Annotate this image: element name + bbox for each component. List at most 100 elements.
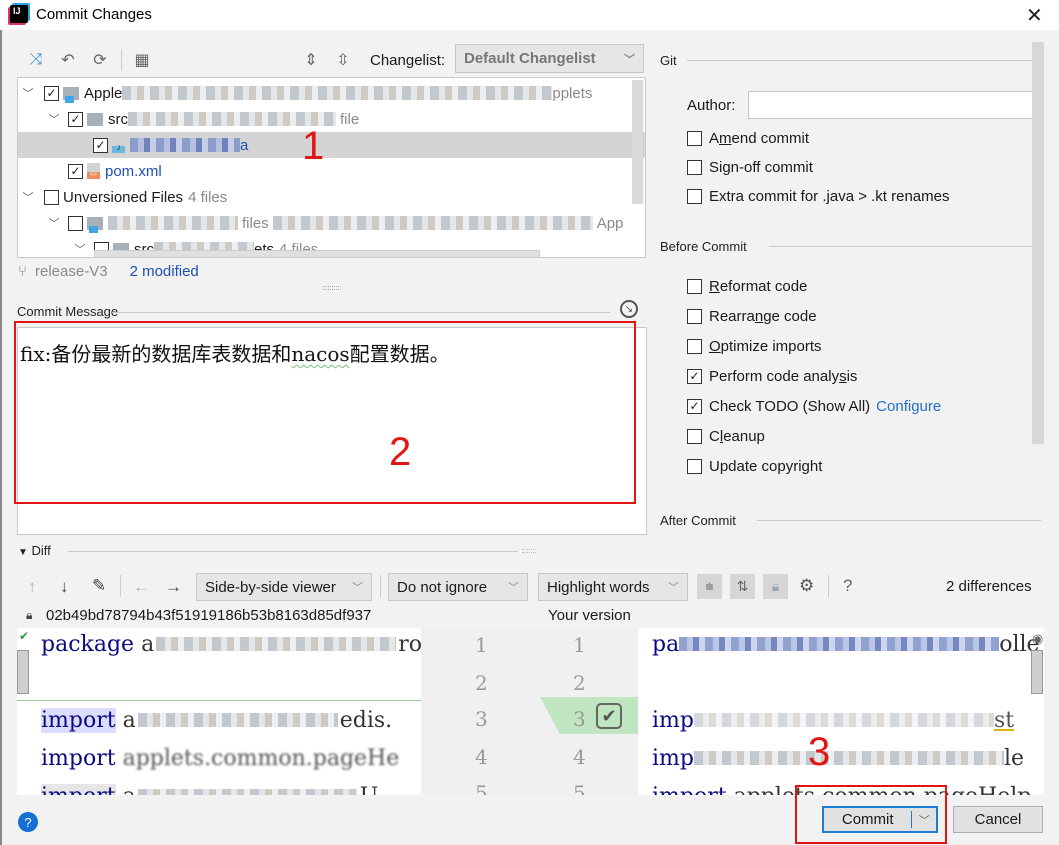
cancel-button[interactable]: Cancel bbox=[953, 806, 1043, 833]
cleanup-option[interactable]: Cl eanup bbox=[687, 425, 765, 447]
chevron-down-icon[interactable]: ﹀ bbox=[20, 189, 36, 205]
tree-row-module[interactable]: ﹀ files App bbox=[18, 210, 645, 236]
collapse-unchanged-icon[interactable]: ⩧ bbox=[697, 574, 722, 599]
group-by-icon[interactable]: ▦ bbox=[132, 50, 152, 70]
chevron-down-icon[interactable]: ﹀ bbox=[912, 812, 936, 828]
collapse-all-icon[interactable]: ⇳ bbox=[333, 50, 353, 70]
code-text: U bbox=[360, 784, 379, 796]
tree-row-pom[interactable]: ✓ pom.xml bbox=[18, 158, 645, 184]
checkbox[interactable] bbox=[687, 159, 702, 175]
rearrange-code-option[interactable]: Rearra n ge code bbox=[687, 305, 817, 327]
edit-source-icon[interactable]: ✎ bbox=[92, 576, 106, 596]
code-text: a bbox=[123, 784, 136, 796]
divider bbox=[112, 312, 610, 313]
lock-icon[interactable]: 🔒︎ bbox=[763, 574, 788, 599]
checkbox[interactable]: ✓ bbox=[44, 85, 59, 101]
code-line: import a edis. bbox=[41, 701, 392, 739]
commit-button[interactable]: Commit ﹀ bbox=[822, 806, 938, 833]
checkbox[interactable]: ✓ bbox=[68, 111, 83, 127]
highlight-value: Highlight words bbox=[547, 578, 650, 596]
checkbox[interactable] bbox=[687, 188, 702, 204]
eye-icon[interactable]: ◉ bbox=[1032, 631, 1043, 647]
intellij-idea-icon: IJ bbox=[10, 5, 28, 23]
highlight-select[interactable]: Highlight words ﹀ bbox=[538, 573, 688, 601]
commit-message-title: Commit Message bbox=[17, 304, 119, 319]
reformat-code-option[interactable]: Reformat code bbox=[687, 275, 807, 297]
code-line: pa olle bbox=[652, 628, 1040, 663]
check-todo-option[interactable]: ✓ Check TODO (Show All) Configure bbox=[687, 395, 941, 417]
tree-row-module[interactable]: ﹀ ✓ Apple pplets bbox=[18, 80, 645, 106]
option-label: Update copyright bbox=[709, 457, 823, 475]
checkbox[interactable]: ✓ bbox=[68, 163, 83, 179]
checkbox[interactable] bbox=[687, 458, 702, 474]
module-folder-icon bbox=[87, 216, 103, 233]
right-scroll-thumb[interactable] bbox=[1031, 650, 1043, 694]
help-button[interactable]: ? bbox=[18, 812, 38, 832]
ignore-select[interactable]: Do not ignore ﹀ bbox=[388, 573, 528, 601]
checkbox[interactable] bbox=[687, 278, 702, 294]
tree-row-unversioned[interactable]: ﹀ Unversioned Files 4 files bbox=[18, 184, 645, 210]
changelist-value: Default Changelist bbox=[464, 50, 596, 67]
author-label: Author: bbox=[687, 97, 736, 114]
chevron-down-icon[interactable]: ﹀ bbox=[20, 85, 36, 101]
chevron-down-icon[interactable]: ﹀ bbox=[46, 215, 62, 231]
gear-icon[interactable]: ⚙ bbox=[799, 576, 814, 596]
left-line-number: 2 bbox=[475, 671, 488, 695]
show-diff-icon[interactable]: ⤨ bbox=[26, 50, 46, 70]
checkbox[interactable] bbox=[687, 338, 702, 354]
commit-button-label[interactable]: Commit bbox=[824, 811, 913, 828]
checkbox[interactable]: ✓ bbox=[93, 137, 108, 153]
tree-row-java-file[interactable]: ✓ a bbox=[18, 132, 645, 158]
divider bbox=[757, 520, 1041, 521]
diff-toggle[interactable]: ▼ Diff bbox=[18, 543, 51, 558]
checkbox[interactable] bbox=[68, 215, 83, 231]
include-change-checkbox[interactable]: ✔ bbox=[596, 703, 622, 729]
checkbox[interactable] bbox=[44, 189, 59, 205]
update-copyright-option[interactable]: Update copyright bbox=[687, 455, 822, 477]
right-line-number: 5 bbox=[573, 781, 586, 795]
sign-off-commit-option[interactable]: Sign-off commit bbox=[687, 156, 813, 178]
right-code-pane[interactable]: paolle impst imple import applets.common… bbox=[638, 628, 1044, 795]
checkbox[interactable]: ✓ bbox=[687, 368, 702, 384]
configure-link[interactable]: Configure bbox=[876, 398, 941, 415]
next-difference-icon[interactable]: ↓ bbox=[60, 577, 69, 597]
code-line: imp le bbox=[652, 739, 1024, 777]
tree-vertical-scrollbar[interactable] bbox=[632, 80, 643, 204]
tree-row-path: App bbox=[596, 214, 624, 232]
expand-all-icon[interactable]: ⇕ bbox=[301, 50, 321, 70]
checkbox[interactable]: ✓ bbox=[687, 398, 702, 414]
previous-difference-icon[interactable]: ↑ bbox=[28, 577, 37, 597]
help-icon[interactable]: ? bbox=[843, 576, 852, 596]
checkbox[interactable] bbox=[687, 428, 702, 444]
code-text: le bbox=[1003, 745, 1025, 771]
amend-commit-option[interactable]: Am end commit bbox=[687, 127, 809, 149]
left-scroll-thumb[interactable] bbox=[17, 650, 29, 694]
clock-icon[interactable]: ↘ bbox=[620, 300, 638, 318]
splitter-handle[interactable] bbox=[522, 549, 536, 553]
author-input[interactable] bbox=[748, 91, 1041, 119]
left-code-pane[interactable]: package a rol import a edis. import applet… bbox=[17, 628, 421, 795]
changes-tree[interactable]: ﹀ ✓ Apple pplets ﹀ ✓ src file ✓ a ✓ pom.… bbox=[17, 77, 646, 258]
checkbox[interactable] bbox=[687, 130, 702, 146]
changelist-select[interactable]: Default Changelist ﹀ bbox=[455, 44, 644, 73]
viewer-select[interactable]: Side-by-side viewer ﹀ bbox=[196, 573, 372, 601]
optimize-imports-option[interactable]: Optimize imports bbox=[687, 335, 822, 357]
tree-row-folder[interactable]: ﹀ ✓ src file bbox=[18, 106, 645, 132]
modified-count-link[interactable]: 2 modified bbox=[130, 263, 199, 280]
chevron-down-icon[interactable]: ﹀ bbox=[72, 241, 88, 257]
sync-scroll-icon[interactable]: ⇅ bbox=[730, 574, 755, 599]
tree-horizontal-scrollbar[interactable] bbox=[94, 250, 540, 258]
chevron-down-icon[interactable]: ﹀ bbox=[46, 111, 62, 127]
rollback-icon[interactable]: ↶ bbox=[58, 50, 78, 70]
refresh-icon[interactable]: ⟳ bbox=[90, 50, 110, 70]
checkbox[interactable] bbox=[687, 308, 702, 324]
tree-row-label: a bbox=[240, 136, 249, 154]
extra-commit-option[interactable]: Extra commit for .java > .kt renames bbox=[687, 185, 950, 207]
previous-file-icon[interactable]: ← bbox=[133, 577, 150, 597]
perform-code-analysis-option[interactable]: ✓ Perform code analy s is bbox=[687, 365, 857, 387]
next-file-icon[interactable]: → bbox=[165, 577, 182, 597]
options-vertical-scrollbar[interactable] bbox=[1032, 42, 1044, 446]
close-icon[interactable]: ✕ bbox=[1026, 3, 1043, 28]
redacted-text bbox=[108, 216, 238, 230]
splitter-handle[interactable] bbox=[323, 286, 341, 290]
